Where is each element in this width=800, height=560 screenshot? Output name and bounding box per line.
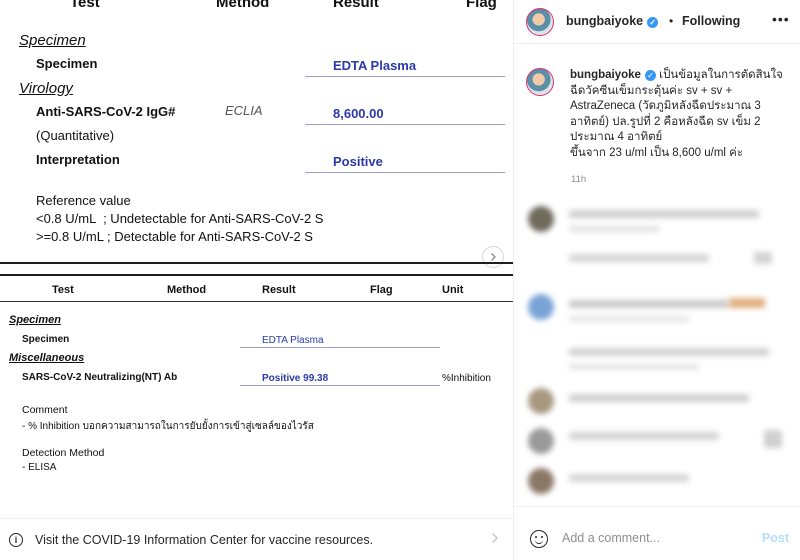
emoji-icon[interactable] [530,530,548,548]
comment-title: Comment [22,404,68,416]
username[interactable]: bungbaiyoke [566,14,643,28]
igg-label: Anti-SARS-CoV-2 IgG# [36,104,176,119]
header-result: Result [333,0,379,11]
specimen-value: EDTA Plasma [262,335,324,346]
header-result: Result [262,284,296,296]
caption-avatar[interactable] [526,68,554,96]
caption-username[interactable]: bungbaiyoke [570,69,641,81]
igg-value: 8,600.00 [333,106,384,121]
header-test: Test [52,284,74,296]
header-unit: Unit [442,284,464,296]
caption-line-last: ขึ้นจาก 23 u/ml เป็น 8,600 u/ml ค่ะ [570,146,744,159]
reference-line-1: <0.8 U/mL ; Undetectable for Anti-SARS-C… [36,211,324,226]
lab-report-neutralizing: Test Method Result Flag Unit Specimen Sp… [0,276,513,518]
interpretation-label: Interpretation [36,152,120,167]
header-method: Method [216,0,270,11]
comment-input[interactable] [562,529,752,547]
list-item [514,288,800,332]
result-underline [305,76,505,77]
list-item [514,422,800,462]
post-header: bungbaiyoke ✓ • Following ••• [514,0,800,44]
post-details-panel: bungbaiyoke ✓ • Following ••• bungbaiyoke… [513,0,800,560]
specimen-label: Specimen [22,334,70,345]
result-underline [240,385,440,386]
nt-value: Positive 99.38 [262,373,329,384]
section-miscellaneous: Miscellaneous [9,352,85,364]
post-timestamp[interactable]: 11h [571,174,586,185]
result-underline [240,347,440,348]
reference-title: Reference value [36,193,131,208]
list-item [514,340,800,380]
nt-unit: %Inhibition [442,373,491,384]
specimen-label: Specimen [36,56,98,71]
detection-text: - ELISA [22,462,57,473]
avatar[interactable] [526,8,554,36]
caption-line-1: เป็นข้อมูลในการตัดสินใจ [659,69,783,81]
lab-report-igg: Test Method Result Flag Specimen Specime… [0,0,513,262]
caption-body: ฉีดวัคซีนเข็มกระตุ้นค่ะ sv + sv + AstraZ… [570,84,761,144]
header-flag: Flag [466,0,497,11]
list-item [514,196,800,240]
media-next-button[interactable] [482,246,504,268]
detection-title: Detection Method [22,447,105,459]
verified-badge-icon: ✓ [644,70,656,81]
result-underline [305,172,505,173]
igg-sublabel: (Quantitative) [36,128,115,143]
header-test: Test [70,0,100,11]
section-specimen: Specimen [19,32,86,49]
divider [0,262,513,264]
post-button[interactable]: Post [762,531,789,545]
list-item [514,384,800,420]
list-item [514,464,800,500]
following-button[interactable]: Following [682,14,740,28]
comment-text: - % Inhibition บอกความสามารถในการยับยั้ง… [22,421,314,432]
info-icon: i [9,532,23,547]
header-flag: Flag [370,284,393,296]
section-virology: Virology [19,80,73,97]
verified-badge-icon: ✓ [647,17,659,28]
chevron-right-icon [491,253,496,261]
post-media[interactable]: Test Method Result Flag Specimen Specime… [0,0,513,518]
more-options-icon[interactable]: ••• [772,11,790,27]
separator-dot: • [669,14,674,28]
covid-banner-text: Visit the COVID-19 Information Center fo… [35,532,374,547]
interpretation-value: Positive [333,154,383,169]
result-underline [305,124,505,125]
igg-method: ECLIA [225,103,263,118]
chevron-right-icon [491,531,499,547]
header-method: Method [167,284,207,296]
reference-line-2: >=0.8 U/mL ; Detectable for Anti-SARS-Co… [36,229,313,244]
post-caption: bungbaiyoke ✓ เป็นข้อมูลในการตัดสินใจ ฉีด… [570,68,788,161]
header-rule [0,301,513,302]
list-item [514,244,800,274]
username-link[interactable]: bungbaiyoke ✓ [566,14,659,28]
specimen-value: EDTA Plasma [333,58,417,73]
comment-composer: Post [514,506,800,560]
section-specimen: Specimen [9,314,61,326]
nt-label: SARS-CoV-2 Neutralizing(NT) Ab [22,372,178,383]
covid-info-banner[interactable]: i Visit the COVID-19 Information Center … [0,518,513,560]
